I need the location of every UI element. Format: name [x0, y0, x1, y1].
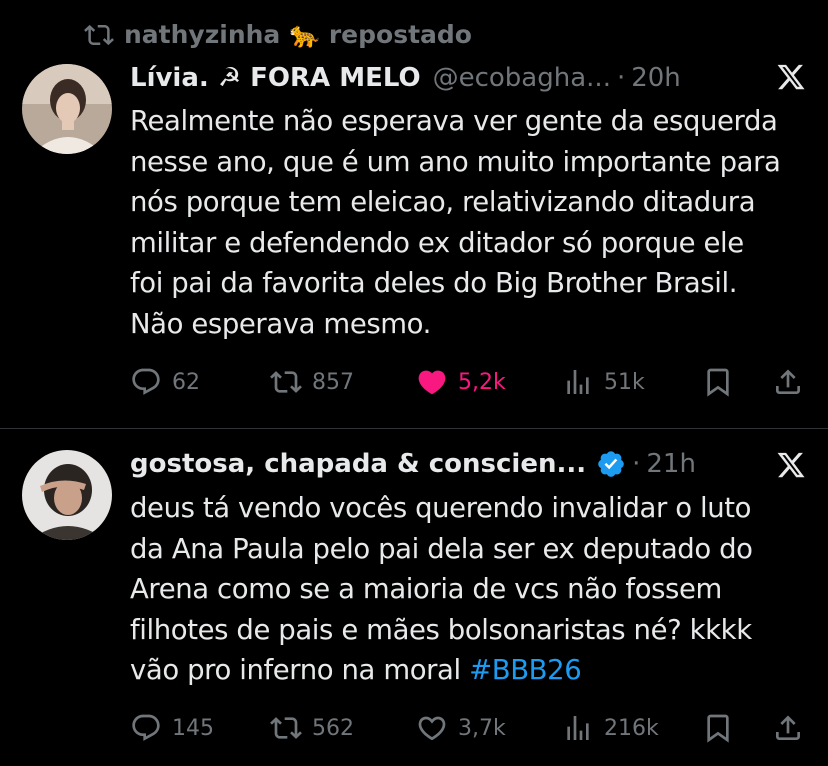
text-line: deus tá vendo vocês querendo invalidar o… [130, 492, 752, 524]
reply-button[interactable]: 145 [130, 712, 214, 744]
text-line: nós porque tem eleicao, relativizando di… [130, 186, 756, 218]
share-button[interactable] [772, 366, 804, 398]
verified-badge-icon [598, 451, 624, 477]
text-line: Realmente não esperava ver gente da esqu… [130, 105, 778, 137]
repost-label: nathyzinha 🐆 repostado [124, 20, 472, 49]
text-line: Não esperava mesmo. [130, 307, 431, 340]
repost-icon [270, 371, 302, 393]
avatar[interactable] [22, 64, 112, 154]
text-line: filhotes de pais e mães bolsonaristas né… [130, 613, 752, 646]
text-line: da Ana Paula pelo pai dela ser ex deputa… [130, 532, 753, 565]
hashtag-link[interactable]: #BBB26 [469, 654, 582, 686]
display-name[interactable]: gostosa, chapada & conscien... [130, 449, 586, 479]
repost-icon [270, 717, 302, 739]
views-button[interactable]: 216k [562, 712, 659, 744]
x-logo-icon [777, 452, 805, 478]
reply-count: 145 [172, 715, 214, 741]
bookmark-icon [707, 714, 729, 743]
views-icon [567, 716, 589, 740]
handle[interactable]: @ecobagha... [433, 63, 611, 93]
views-count: 216k [604, 715, 659, 741]
separator-dot: · [616, 63, 626, 93]
avatar[interactable] [22, 450, 112, 540]
views-icon [567, 370, 589, 394]
text-line-part: vão pro inferno na moral [130, 654, 461, 686]
tweet-text: deus tá vendo vocês querendo invalidar o… [130, 488, 820, 691]
text-line: nesse ano, que é um ano muito importante… [130, 145, 781, 178]
reply-button[interactable]: 62 [130, 366, 200, 398]
like-button[interactable]: 3,7k [416, 712, 506, 744]
like-count: 5,2k [458, 369, 506, 395]
tweet-header: gostosa, chapada & conscien... · 21h [130, 444, 696, 484]
tweet-header: Lívia. ☭ FORA MELO @ecobagha... · 20h [130, 58, 681, 98]
bookmark-button[interactable] [702, 712, 734, 744]
share-icon [776, 715, 800, 740]
repost-icon [84, 24, 114, 46]
repost-count: 857 [312, 369, 354, 395]
display-name[interactable]: Lívia. ☭ FORA MELO [130, 63, 421, 93]
reply-icon [132, 368, 160, 395]
repost-button[interactable]: 562 [270, 712, 354, 744]
text-line: vão pro inferno na moral #BBB26 [130, 650, 820, 691]
reply-icon [132, 714, 160, 741]
repost-button[interactable]: 857 [270, 366, 354, 398]
share-icon [776, 369, 800, 394]
heart-filled-icon [418, 370, 446, 395]
repost-indicator[interactable]: nathyzinha 🐆 repostado [84, 18, 472, 52]
bookmark-icon [707, 368, 729, 397]
text-line: Arena como se a maioria de vcs não fosse… [130, 573, 722, 605]
timestamp[interactable]: 21h [646, 449, 696, 479]
heart-icon [418, 716, 446, 741]
bookmark-button[interactable] [702, 366, 734, 398]
tweet-actions: 62 857 5,2k 51k [130, 362, 810, 402]
like-button[interactable]: 5,2k [416, 366, 506, 398]
reply-count: 62 [172, 369, 200, 395]
divider [0, 428, 828, 429]
repost-count: 562 [312, 715, 354, 741]
tweet-text: Realmente não esperava ver gente da esqu… [130, 101, 820, 344]
text-line: militar e defendendo ex ditador só porqu… [130, 226, 744, 259]
share-button[interactable] [772, 712, 804, 744]
x-logo-icon [777, 64, 805, 90]
text-line: foi pai da favorita deles do Big Brother… [130, 267, 738, 299]
separator-dot: · [632, 449, 641, 479]
views-button[interactable]: 51k [562, 366, 645, 398]
tweet-actions: 145 562 3,7k 216k [130, 708, 810, 748]
views-count: 51k [604, 369, 645, 395]
timestamp[interactable]: 20h [631, 63, 681, 93]
like-count: 3,7k [458, 715, 506, 741]
